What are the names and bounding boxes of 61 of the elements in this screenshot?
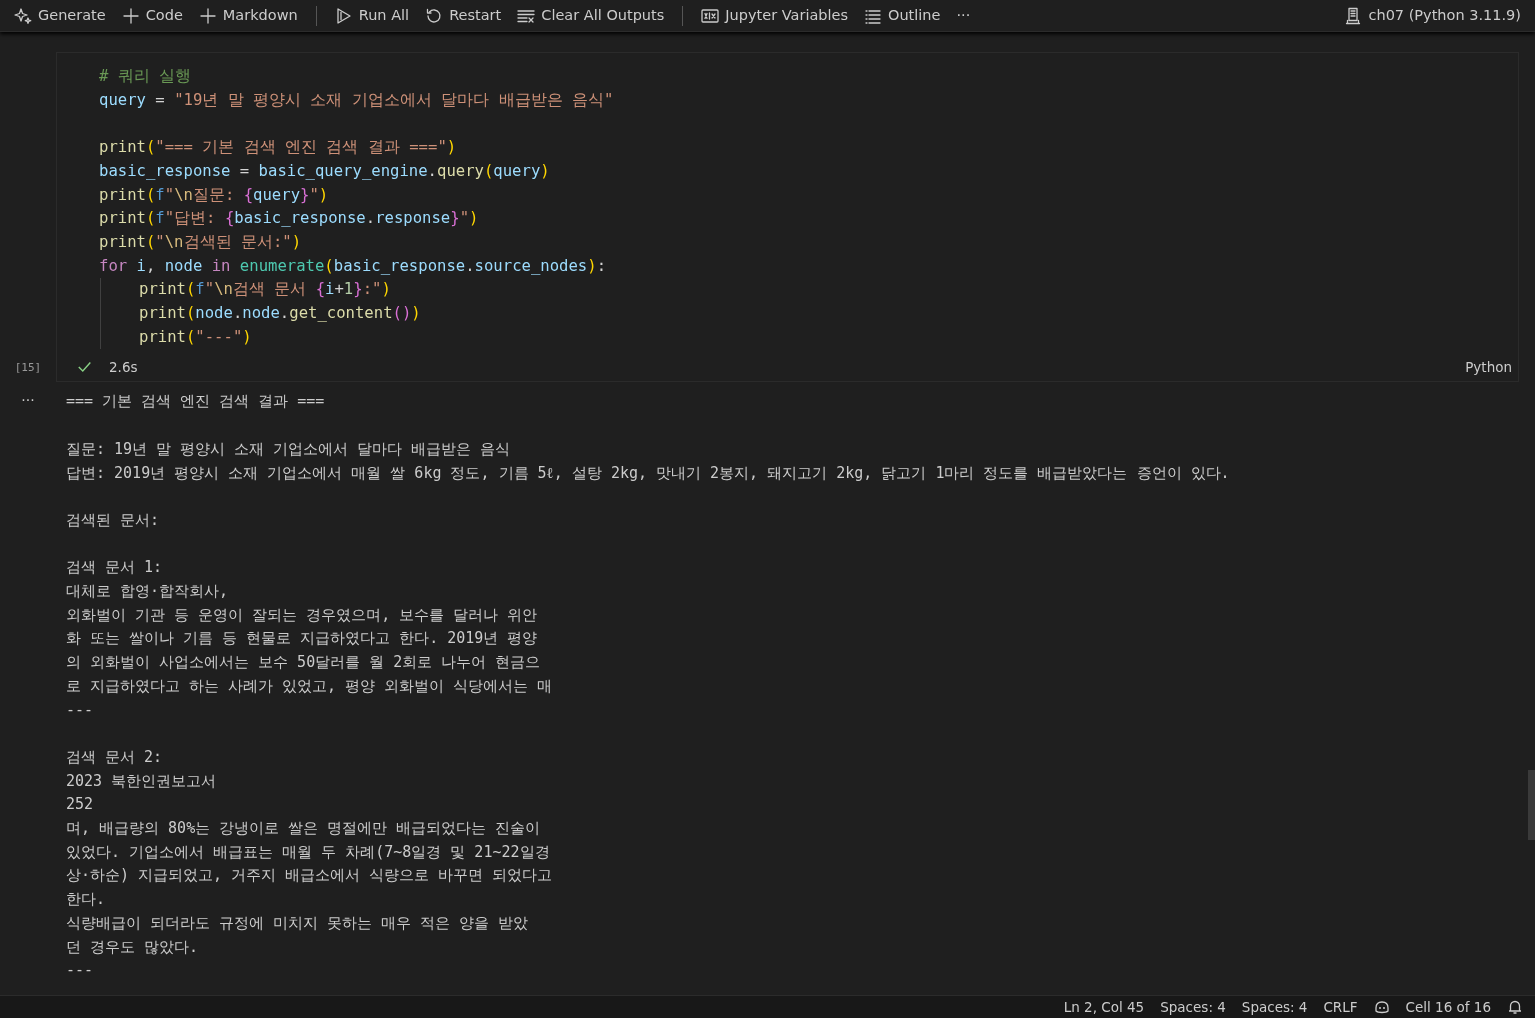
status-item[interactable]: Spaces: 4 bbox=[1160, 996, 1226, 1018]
output-line: 식량배급이 되더라도 규정에 미치지 못하는 매우 적은 양을 받았 bbox=[66, 912, 530, 934]
output-line: 화 또는 쌀이나 기름 등 현물로 지급하였다고 한다. 2019년 평양 bbox=[66, 628, 539, 650]
play-icon bbox=[334, 6, 353, 25]
toolbar-button[interactable]: Code bbox=[117, 2, 187, 29]
execution-count: [15] bbox=[14, 359, 42, 376]
output-line: 검색 문서 2: bbox=[66, 746, 164, 768]
output-line: 질문: 19년 말 평양시 소재 기업소에서 달마다 배급받은 음식 bbox=[66, 438, 512, 460]
bell-icon[interactable] bbox=[1507, 999, 1523, 1015]
code-line: query = "19년 말 평양시 소재 기업소에서 달마다 배급받은 음식" bbox=[99, 89, 615, 111]
sparkle-icon bbox=[14, 6, 32, 25]
output-line: 외화벌이 기관 등 운영이 잘되는 경우였으며, 보수를 달러나 위안 bbox=[66, 604, 539, 626]
toolbar-button[interactable]: Run All bbox=[330, 2, 414, 29]
scrollbar-thumb[interactable] bbox=[1528, 770, 1535, 840]
code-line: print(f"\n질문: {query}") bbox=[99, 184, 330, 206]
restart-icon bbox=[425, 6, 444, 25]
output-line: 상·하순) 지급되었고, 거주지 배급소에서 식량으로 바꾸면 되었다고 bbox=[66, 865, 554, 887]
output-line: 던 경우도 많았다. bbox=[66, 936, 200, 958]
toolbar-button[interactable]: Outline bbox=[860, 2, 945, 29]
output-line: 검색된 문서: bbox=[66, 509, 161, 531]
code-line: print("=== 기본 검색 엔진 검색 결과 ===") bbox=[99, 137, 458, 159]
server-icon bbox=[1344, 6, 1363, 25]
execution-time: 2.6s bbox=[109, 358, 138, 378]
code-line: print(f"\n검색 문서 {i+1}:") bbox=[100, 278, 1518, 302]
output-line: 한다. bbox=[66, 889, 107, 911]
more-button[interactable]: ··· bbox=[952, 2, 975, 29]
output-line: --- bbox=[66, 960, 95, 982]
output-menu-button[interactable]: ··· bbox=[21, 392, 35, 409]
code-line: print("\n검색된 문서:") bbox=[99, 231, 303, 253]
status-item[interactable]: Ln 2, Col 45 bbox=[1063, 996, 1145, 1018]
code-line: print(f"답변: {basic_response.response}") bbox=[99, 208, 480, 230]
output-line: 검색 문서 1: bbox=[66, 557, 164, 579]
output-line: 로 지급하였다고 하는 사례가 있었고, 평양 외화벌이 식당에서는 매 bbox=[66, 675, 554, 697]
status-item[interactable]: CRLF bbox=[1323, 996, 1358, 1018]
toolbar-button[interactable]: Markdown bbox=[194, 2, 302, 29]
code-line: print("---") bbox=[100, 325, 1518, 350]
code-line: basic_response = basic_query_engine.query(query) bbox=[99, 160, 551, 182]
toolbar-button[interactable]: Jupyter Variables bbox=[697, 2, 852, 29]
output-line: 있었다. 기업소에서 배급표는 매월 두 차례(7~8일경 및 21~22일경 bbox=[66, 841, 551, 863]
plus-icon bbox=[121, 6, 140, 25]
code-line: print(node.node.get_content()) bbox=[100, 302, 1518, 326]
output-line: 252 bbox=[66, 794, 95, 816]
output-line: 대체로 합영·합작회사, bbox=[66, 581, 230, 602]
plus-icon bbox=[198, 6, 217, 25]
variables-icon bbox=[701, 6, 720, 25]
output-line: --- bbox=[66, 699, 95, 721]
output-line: 답변: 2019년 평양시 소재 기업소에서 매월 쌀 6kg 정도, 기름 5ℓ, 설탕 2kg, 맛내기 2봉지, 돼지고기 2kg, 닭고기 1마리 정도를 배급받았다는 증언이 있다. bbox=[66, 462, 1230, 484]
output-line: 의 외화벌이 사업소에서는 보수 50달러를 월 2회로 나누어 현금으 bbox=[66, 652, 542, 674]
output-line: === 기본 검색 엔진 검색 결과 === bbox=[66, 391, 326, 413]
code-line: for i, node in enumerate(basic_response.source_nodes): bbox=[99, 255, 608, 277]
output-line: 며, 배급량의 80%는 강냉이로 쌀은 명절에만 배급되었다는 진술이 bbox=[66, 818, 542, 839]
code-line: # 쿼리 실행 bbox=[99, 66, 193, 87]
toolbar-button[interactable]: Generate bbox=[10, 2, 110, 29]
code-cell[interactable] bbox=[56, 52, 1519, 383]
cell-language[interactable]: Python bbox=[1465, 357, 1512, 378]
status-item[interactable]: Spaces: 4 bbox=[1241, 996, 1308, 1018]
toolbar-button[interactable]: Restart bbox=[421, 2, 506, 29]
output-line: 2023 북한인권보고서 bbox=[66, 770, 218, 792]
cell-position[interactable]: Cell 16 of 16 bbox=[1405, 996, 1491, 1018]
kernel-button[interactable]: ch07 (Python 3.11.9) bbox=[1340, 2, 1525, 29]
toolbar-button[interactable]: Clear All Outputs bbox=[513, 2, 669, 29]
